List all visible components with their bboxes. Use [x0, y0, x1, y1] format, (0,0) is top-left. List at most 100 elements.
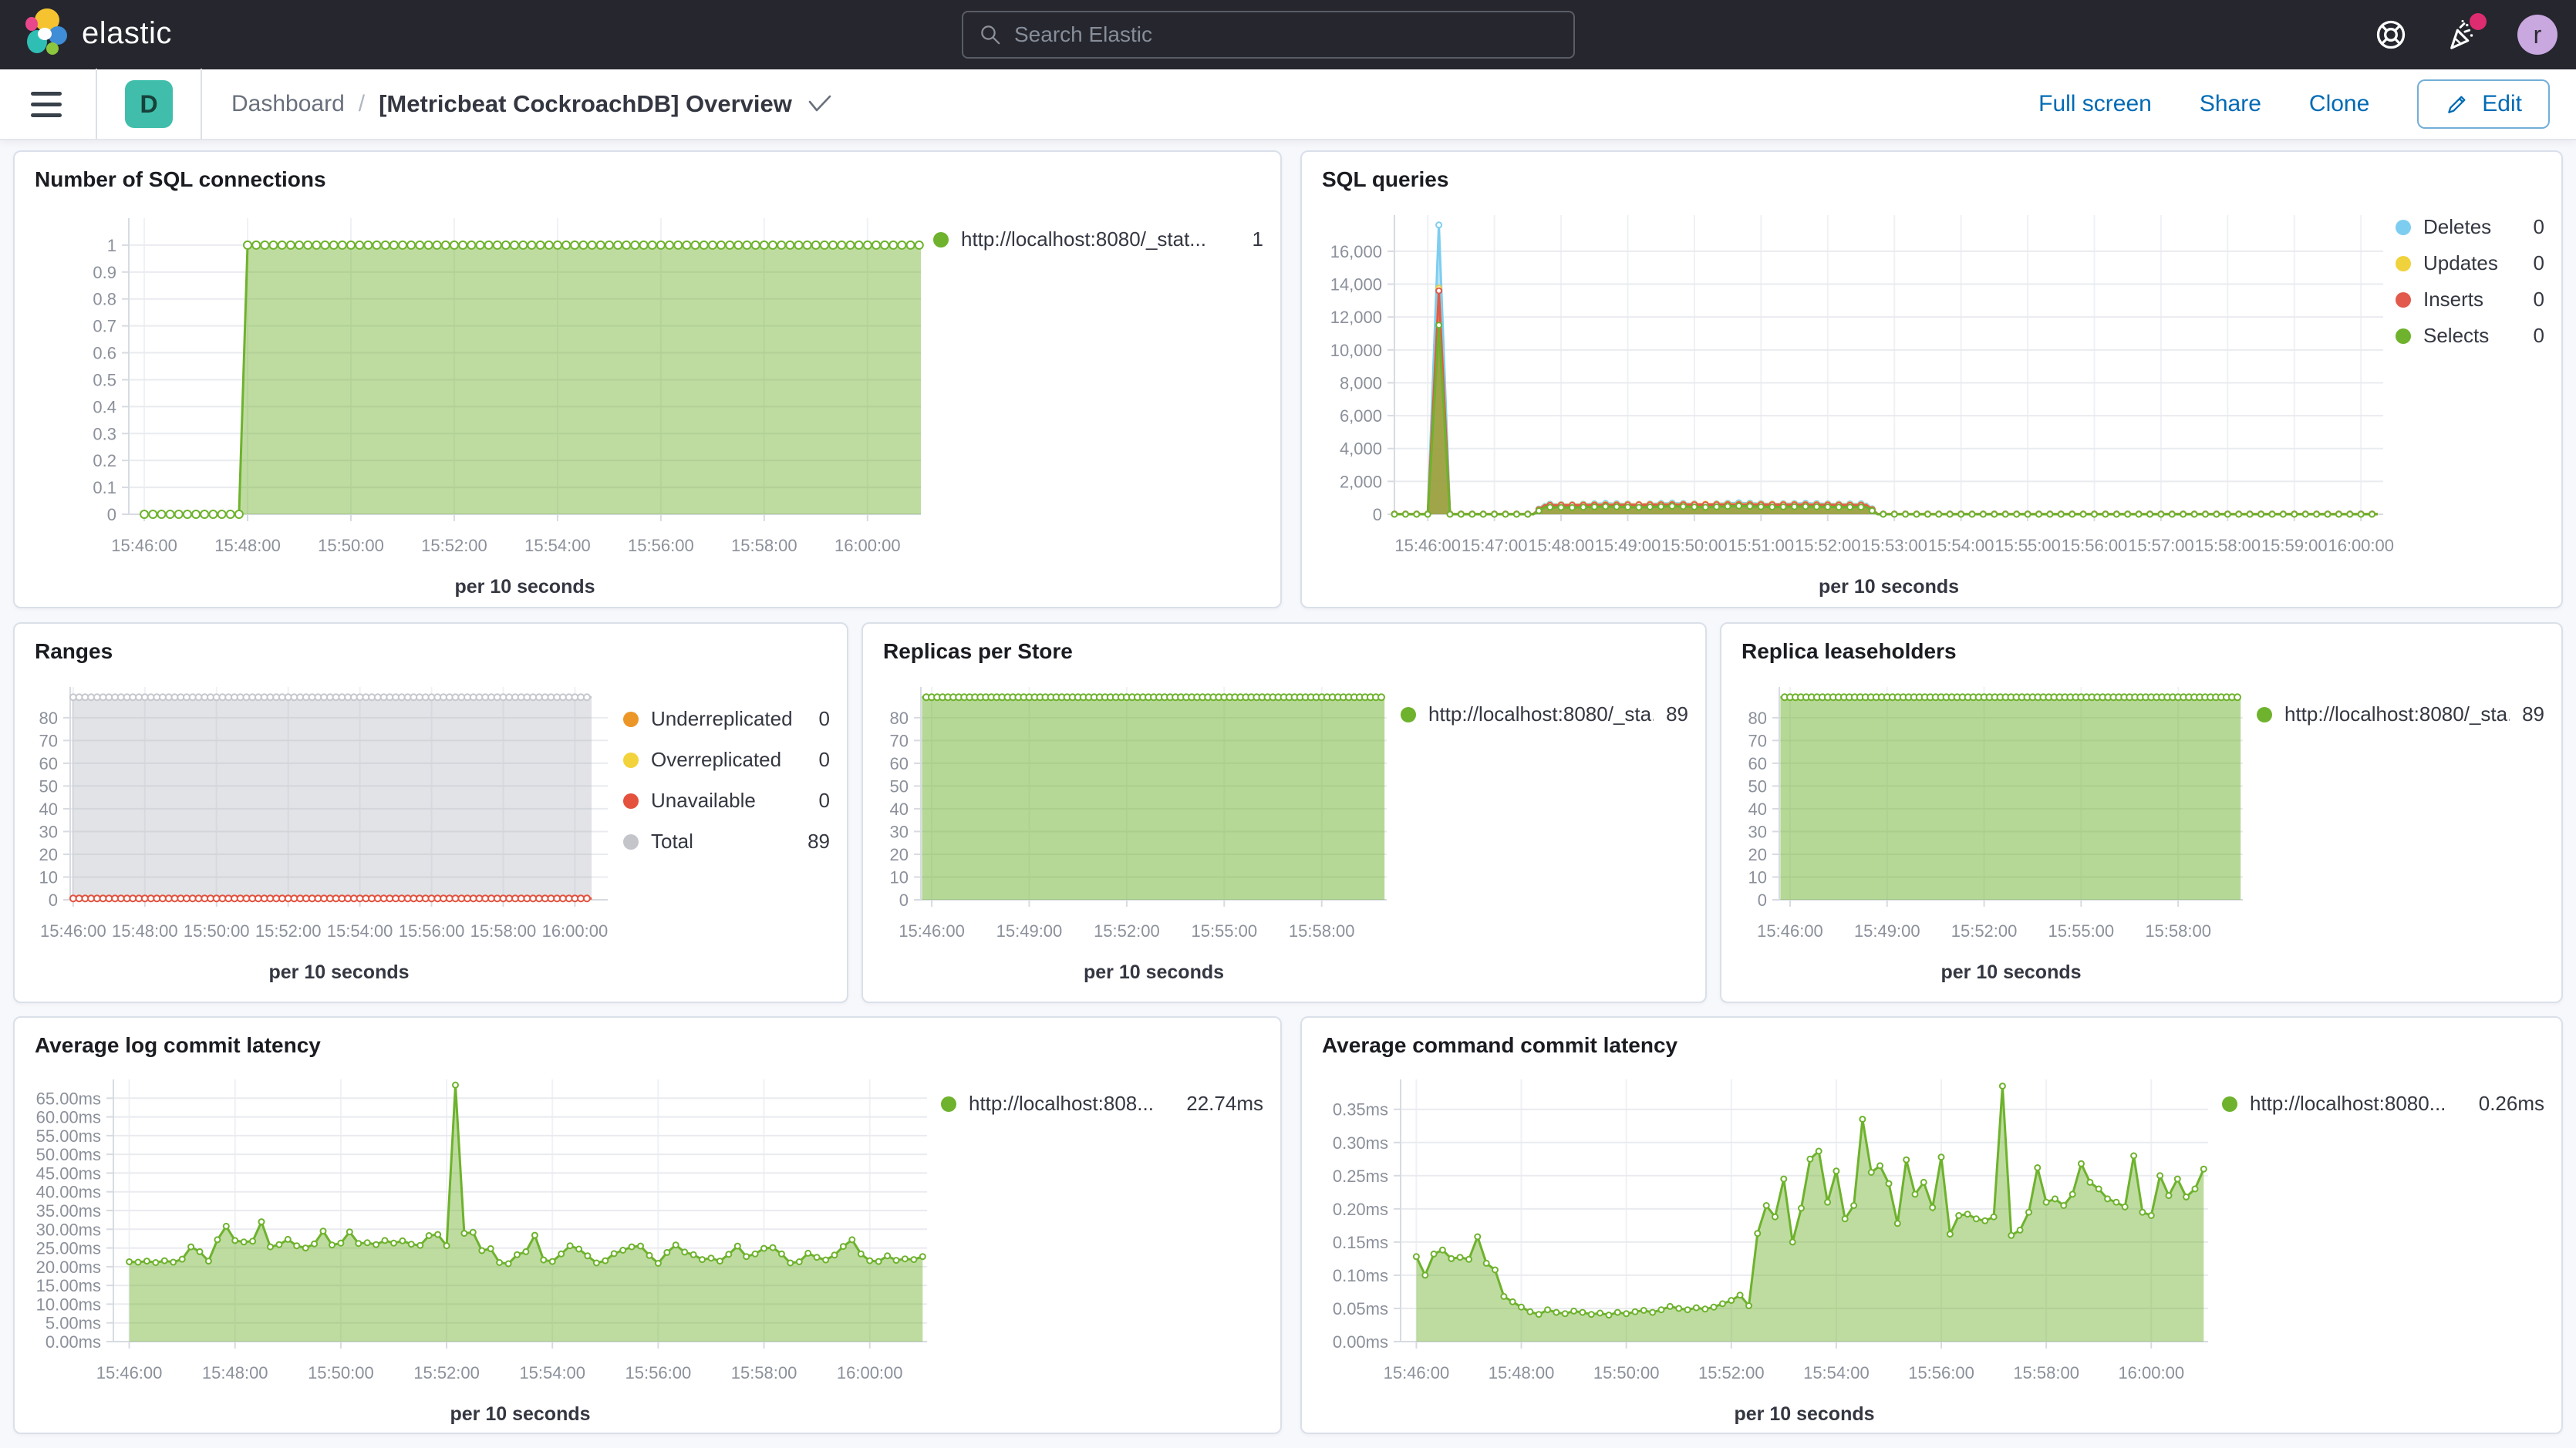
svg-text:10: 10: [39, 867, 58, 887]
dashboard-grid: Number of SQL connections 10.90.80.70.60…: [0, 140, 2576, 1448]
legend-label: Deletes: [2423, 215, 2521, 239]
breadcrumb-separator: /: [359, 91, 365, 117]
legend-item[interactable]: http://localhost:8080/_sta... 89: [2257, 702, 2544, 726]
svg-text:15:48:00: 15:48:00: [1528, 536, 1594, 555]
legend-item[interactable]: Total89: [623, 830, 830, 854]
svg-text:15:56:00: 15:56:00: [628, 536, 694, 555]
legend-value: 0: [819, 789, 830, 813]
pencil-icon: [2445, 92, 2470, 116]
legend-item[interactable]: http://localhost:8080/_stat...1: [933, 227, 1263, 251]
svg-text:20: 20: [39, 845, 58, 864]
legend-label: http://localhost:8080/_stat...: [961, 227, 1240, 251]
sql-connections-chart[interactable]: 10.90.80.70.60.50.40.30.20.1015:46:0015:…: [15, 195, 933, 607]
svg-text:15:56:00: 15:56:00: [399, 921, 465, 941]
panel-title: Replica leaseholders: [1721, 624, 2561, 667]
ranges-chart[interactable]: 8070605040302010015:46:0015:48:0015:50:0…: [15, 667, 623, 1002]
svg-text:0.20ms: 0.20ms: [1333, 1200, 1388, 1219]
global-search-input[interactable]: Search Elastic: [962, 11, 1575, 59]
svg-text:16:00:00: 16:00:00: [2328, 536, 2394, 555]
chart-legend: http://localhost:808...22.74ms: [941, 1061, 1280, 1433]
svg-text:15:52:00: 15:52:00: [255, 921, 322, 941]
elastic-logo[interactable]: elastic: [22, 8, 172, 59]
panel-number-of-sql-connections: Number of SQL connections 10.90.80.70.60…: [13, 150, 1282, 608]
svg-text:0.1: 0.1: [93, 478, 116, 497]
legend-item[interactable]: Unavailable0: [623, 789, 830, 813]
svg-text:0.30ms: 0.30ms: [1333, 1133, 1388, 1153]
svg-text:15:46:00: 15:46:00: [40, 921, 106, 941]
legend-color-dot: [933, 232, 949, 248]
svg-text:30: 30: [1748, 822, 1767, 841]
legend-item[interactable]: Inserts0: [2396, 288, 2544, 311]
replicas-per-store-chart[interactable]: 8070605040302010015:46:0015:49:0015:52:0…: [863, 667, 1401, 1002]
lifebuoy-icon: [2374, 18, 2408, 52]
svg-text:80: 80: [890, 709, 909, 728]
svg-text:15:52:00: 15:52:00: [413, 1363, 480, 1382]
legend-value: 0: [2534, 251, 2544, 275]
sql-queries-chart[interactable]: 16,00014,00012,00010,0008,0006,0004,0002…: [1302, 195, 2396, 607]
svg-text:0.00ms: 0.00ms: [1333, 1332, 1388, 1352]
menu-button[interactable]: [31, 92, 62, 117]
logo-text: elastic: [82, 16, 172, 51]
svg-text:15:48:00: 15:48:00: [112, 921, 178, 941]
svg-text:0.35ms: 0.35ms: [1333, 1100, 1388, 1120]
svg-text:16:00:00: 16:00:00: [542, 921, 609, 941]
legend-value: 0: [2534, 215, 2544, 239]
legend-item[interactable]: http://localhost:808...22.74ms: [941, 1092, 1263, 1116]
svg-text:8,000: 8,000: [1340, 373, 1382, 392]
legend-item[interactable]: Overreplicated 0: [623, 748, 830, 772]
dashboard-navbar: D Dashboard / [Metricbeat CockroachDB] O…: [0, 69, 2576, 140]
space-badge[interactable]: D: [125, 80, 173, 128]
svg-text:15:46:00: 15:46:00: [1394, 536, 1461, 555]
breadcrumb-dashboard-link[interactable]: Dashboard: [231, 91, 345, 117]
legend-label: Overreplicated: [651, 748, 807, 772]
svg-text:50: 50: [890, 776, 909, 796]
svg-text:2,000: 2,000: [1340, 472, 1382, 491]
svg-text:0.7: 0.7: [93, 317, 116, 336]
legend-value: 0.26ms: [2479, 1092, 2544, 1116]
svg-text:30: 30: [39, 822, 58, 841]
svg-text:per 10 seconds: per 10 seconds: [450, 1403, 590, 1425]
svg-text:60: 60: [890, 754, 909, 773]
user-avatar[interactable]: r: [2517, 15, 2557, 55]
share-button[interactable]: Share: [2200, 91, 2261, 117]
svg-text:10,000: 10,000: [1330, 341, 1382, 360]
edit-button[interactable]: Edit: [2417, 79, 2550, 129]
legend-color-dot: [2396, 220, 2411, 235]
svg-text:15:58:00: 15:58:00: [731, 1363, 797, 1382]
log-commit-latency-chart[interactable]: 65.00ms60.00ms55.00ms50.00ms45.00ms40.00…: [15, 1061, 941, 1433]
legend-item[interactable]: http://localhost:8080...0.26ms: [2222, 1092, 2544, 1116]
legend-item[interactable]: Deletes 0: [2396, 215, 2544, 239]
legend-item[interactable]: Selects0: [2396, 324, 2544, 348]
legend-value: 0: [819, 748, 830, 772]
legend-item[interactable]: Underreplicated0: [623, 707, 830, 731]
chart-legend: Deletes0Updates0Inserts0Selects0: [2396, 195, 2561, 607]
legend-item[interactable]: http://localhost:8080/_sta...89: [1401, 702, 1688, 726]
full-screen-button[interactable]: Full screen: [2038, 91, 2152, 117]
svg-text:0: 0: [107, 505, 116, 524]
svg-text:15:50:00: 15:50:00: [308, 1363, 374, 1382]
svg-text:25.00ms: 25.00ms: [36, 1239, 101, 1258]
replica-leaseholders-chart[interactable]: 8070605040302010015:46:0015:49:0015:52:0…: [1721, 667, 2257, 1002]
svg-text:20.00ms: 20.00ms: [36, 1258, 101, 1277]
svg-text:per 10 seconds: per 10 seconds: [1940, 961, 2081, 983]
svg-text:60.00ms: 60.00ms: [36, 1108, 101, 1127]
legend-value: 89: [2522, 702, 2544, 726]
svg-text:50.00ms: 50.00ms: [36, 1145, 101, 1164]
legend-value: 89: [1666, 702, 1688, 726]
legend-color-dot: [623, 834, 639, 850]
svg-text:10: 10: [890, 867, 909, 887]
svg-text:40: 40: [1748, 800, 1767, 819]
help-button[interactable]: [2372, 16, 2409, 53]
svg-text:15:58:00: 15:58:00: [2013, 1363, 2079, 1382]
title-caret-button[interactable]: [808, 95, 832, 113]
legend-label: http://localhost:8080/_sta...: [2284, 702, 2510, 726]
svg-text:15.00ms: 15.00ms: [36, 1276, 101, 1295]
clone-button[interactable]: Clone: [2309, 91, 2369, 117]
svg-text:15:46:00: 15:46:00: [1757, 921, 1823, 941]
svg-text:70: 70: [890, 731, 909, 750]
newsfeed-button[interactable]: [2445, 16, 2482, 53]
legend-item[interactable]: Updates0: [2396, 251, 2544, 275]
svg-text:0.25ms: 0.25ms: [1333, 1167, 1388, 1186]
command-commit-latency-chart[interactable]: 0.35ms0.30ms0.25ms0.20ms0.15ms0.10ms0.05…: [1302, 1061, 2222, 1433]
search-icon: [979, 23, 1002, 46]
